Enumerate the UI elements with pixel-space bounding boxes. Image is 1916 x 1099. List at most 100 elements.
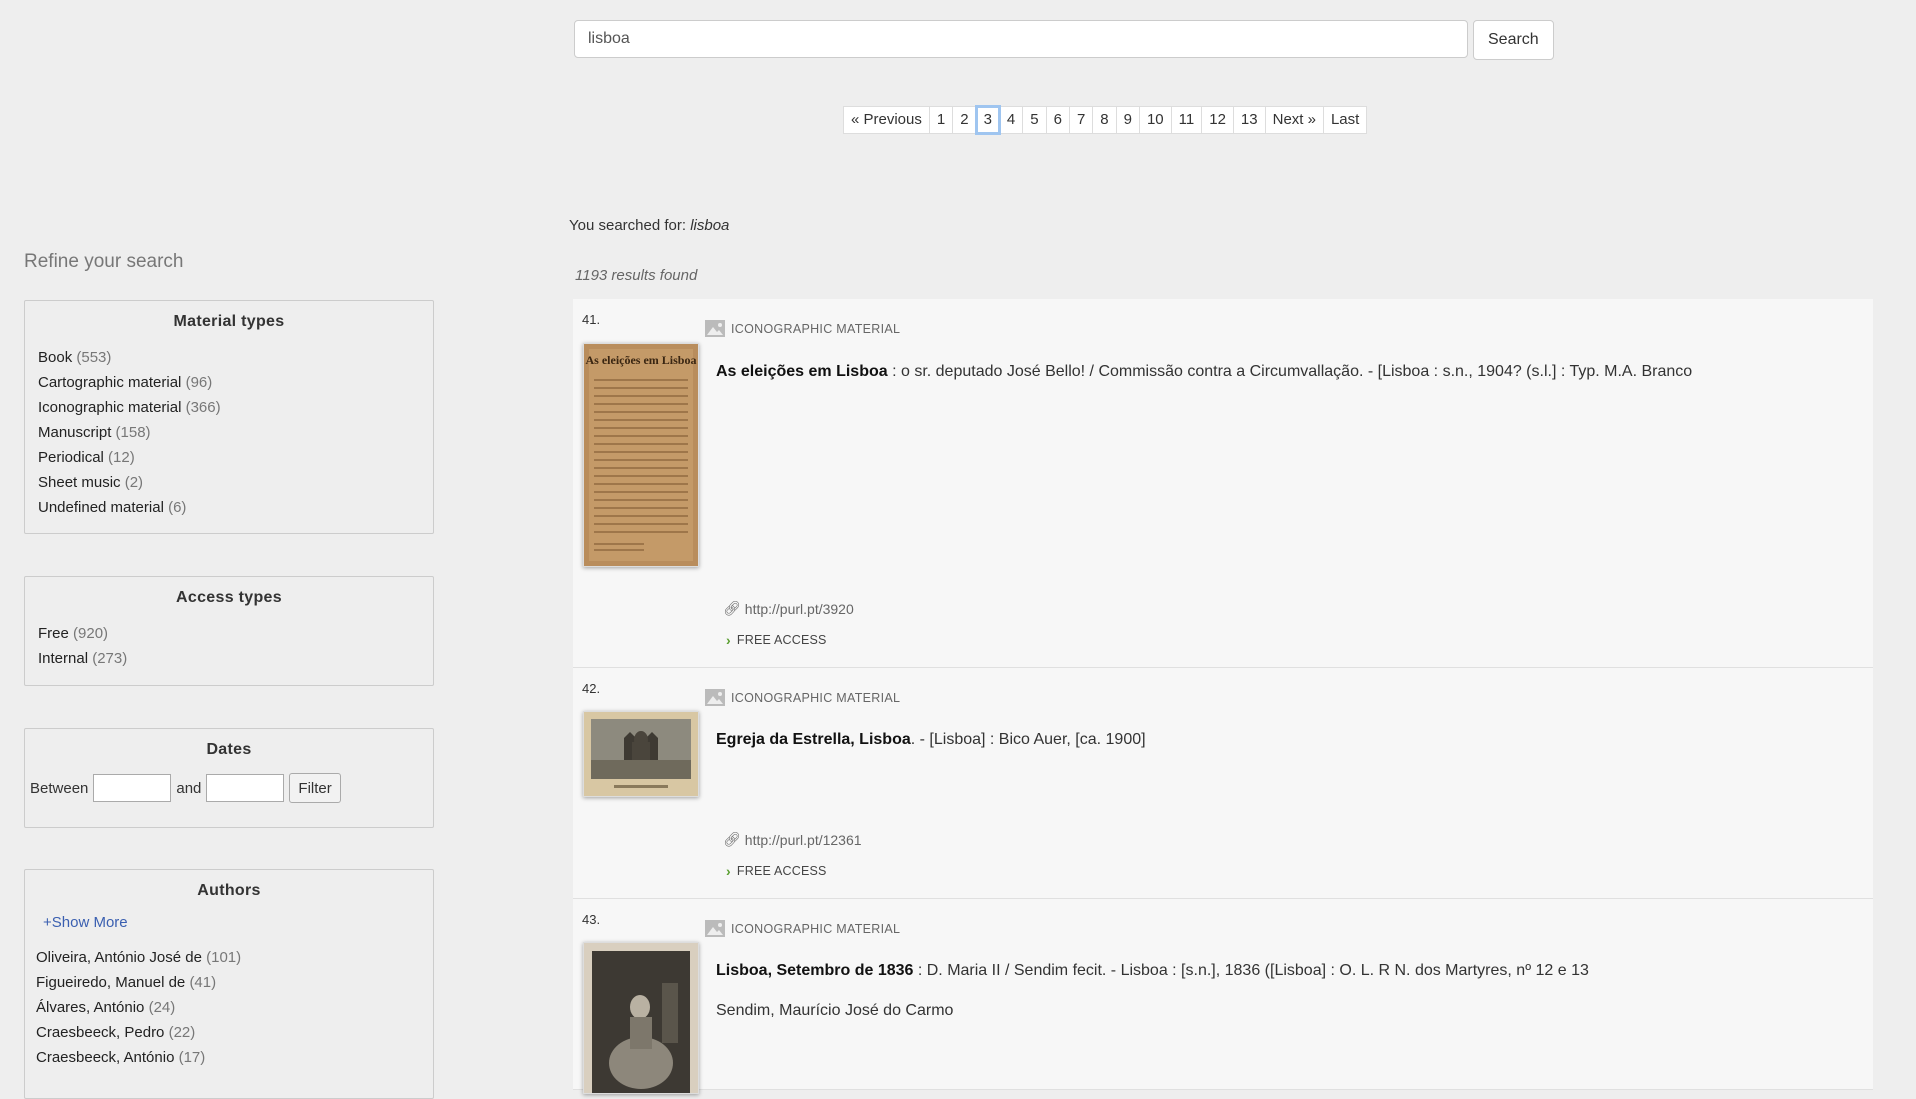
facet-label: Internal — [38, 650, 89, 667]
material-types-facet: Material types Book (553) Cartographic m… — [24, 300, 434, 534]
material-type-label: ICONOGRAPHIC MATERIAL — [705, 689, 900, 706]
facet-count: (41) — [189, 974, 217, 991]
material-type-text: ICONOGRAPHIC MATERIAL — [731, 921, 901, 936]
access-badge: › FREE ACCESS — [726, 863, 827, 879]
facet-count: (24) — [148, 999, 176, 1016]
searched-for-label: You searched for: — [569, 217, 687, 234]
result-title[interactable]: Egreja da Estrella, Lisboa. - [Lisboa] :… — [716, 731, 1146, 749]
page-link-1[interactable]: 1 — [928, 106, 954, 134]
link-icon: 🔗︎ — [723, 831, 741, 847]
link-icon: 🔗︎ — [723, 600, 741, 616]
result-thumbnail[interactable] — [583, 711, 699, 797]
result-item: 41. As eleições em Lisboa ICONOGRAPHIC M… — [573, 299, 1873, 668]
result-title-rest: . - [Lisboa] : Bico Auer, [ca. 1900] — [910, 731, 1146, 748]
page-link-2[interactable]: 2 — [952, 106, 977, 134]
access-text: FREE ACCESS — [736, 633, 827, 647]
facet-item-manuscript[interactable]: Manuscript (158) — [38, 420, 433, 445]
page-link-13[interactable]: 13 — [1232, 106, 1266, 134]
facet-label: Undefined material — [38, 499, 164, 516]
result-thumbnail[interactable]: As eleições em Lisboa — [583, 343, 699, 567]
dates-title: Dates — [206, 741, 252, 758]
facet-item-periodical[interactable]: Periodical (12) — [38, 445, 433, 470]
material-type-label: ICONOGRAPHIC MATERIAL — [705, 320, 900, 337]
facet-item-sheet-music[interactable]: Sheet music (2) — [38, 470, 433, 495]
facet-item-book[interactable]: Book (553) — [38, 345, 433, 370]
facet-item-undefined[interactable]: Undefined material (6) — [38, 495, 433, 520]
page-link-10[interactable]: 10 — [1138, 106, 1172, 134]
facet-count: (553) — [76, 349, 112, 366]
search-button[interactable]: Search — [1473, 20, 1554, 60]
result-title-main: Egreja da Estrella, Lisboa — [716, 731, 911, 748]
author-item[interactable]: Álvares, António (24) — [36, 995, 433, 1020]
purl-text: http://purl.pt/12361 — [744, 831, 862, 848]
facet-label: Álvares, António — [36, 999, 145, 1016]
and-label: and — [176, 779, 202, 797]
facet-label: Book — [38, 349, 73, 366]
result-number: 41. — [582, 312, 601, 327]
result-item: 42. ICONOGRAPHIC MATERIAL Egreja da Estr… — [573, 668, 1873, 899]
show-more-authors-link[interactable]: +Show More — [25, 914, 433, 931]
facet-item-internal[interactable]: Internal (273) — [38, 646, 433, 671]
last-page-link[interactable]: Last — [1322, 106, 1368, 134]
material-type-text: ICONOGRAPHIC MATERIAL — [731, 690, 901, 705]
image-icon — [705, 320, 725, 337]
facet-count: (17) — [178, 1049, 206, 1066]
purl-link[interactable]: 🔗︎ http://purl.pt/3920 — [723, 600, 854, 617]
result-title[interactable]: As eleições em Lisboa : o sr. deputado J… — [716, 363, 1692, 381]
result-title-main: As eleições em Lisboa — [716, 363, 888, 380]
result-thumbnail[interactable] — [583, 942, 699, 1094]
facet-label: Oliveira, António José de — [36, 949, 202, 966]
date-from-input[interactable] — [93, 774, 172, 802]
facet-label: Craesbeeck, António — [36, 1049, 175, 1066]
searched-term: lisboa — [690, 217, 730, 234]
page-link-12[interactable]: 12 — [1201, 106, 1234, 134]
facet-item-free[interactable]: Free (920) — [38, 621, 433, 646]
page-link-7[interactable]: 7 — [1068, 106, 1094, 134]
image-icon — [705, 920, 725, 937]
author-item[interactable]: Craesbeeck, Pedro (22) — [36, 1020, 433, 1045]
author-item[interactable]: Figueiredo, Manuel de (41) — [36, 970, 433, 995]
page-link-3-current[interactable]: 3 — [974, 105, 1001, 135]
page-link-9[interactable]: 9 — [1115, 106, 1140, 134]
page-link-8[interactable]: 8 — [1092, 106, 1117, 134]
author-item[interactable]: Craesbeeck, António (17) — [36, 1045, 433, 1070]
dates-row: Between and Filter — [25, 773, 433, 803]
purl-text: http://purl.pt/3920 — [744, 600, 854, 617]
image-icon — [705, 689, 725, 706]
result-title[interactable]: Lisboa, Setembro de 1836 : D. Maria II /… — [716, 962, 1589, 980]
authors-title: Authors — [197, 882, 261, 899]
result-number: 43. — [582, 912, 601, 927]
authors-facet: Authors +Show More Oliveira, António Jos… — [24, 869, 434, 1099]
facet-label: Periodical — [38, 449, 104, 466]
page-link-5[interactable]: 5 — [1022, 106, 1047, 134]
pagination: « Previous 1 2 3 4 5 6 7 8 9 10 11 12 13… — [843, 105, 1368, 135]
previous-page-link[interactable]: « Previous — [843, 106, 930, 134]
result-title-rest: : D. Maria II / Sendim fecit. - Lisboa :… — [913, 962, 1589, 979]
next-page-link[interactable]: Next » — [1264, 106, 1324, 134]
result-title-main: Lisboa, Setembro de 1836 — [716, 962, 914, 979]
dates-facet: Dates Between and Filter — [24, 728, 434, 828]
facet-count: (6) — [168, 499, 187, 516]
date-to-input[interactable] — [206, 774, 285, 802]
results-count: 1193 results found — [575, 267, 698, 284]
facet-label: Free — [38, 625, 69, 642]
facet-count: (158) — [115, 424, 151, 441]
filter-button[interactable]: Filter — [289, 773, 341, 803]
page-link-6[interactable]: 6 — [1045, 106, 1070, 134]
searched-for-text: You searched for: lisboa — [569, 217, 729, 234]
access-text: FREE ACCESS — [736, 864, 827, 878]
page-link-11[interactable]: 11 — [1170, 106, 1203, 134]
facet-count: (920) — [73, 625, 109, 642]
result-title-rest: : o sr. deputado José Bello! / Commissão… — [887, 363, 1693, 380]
access-types-facet: Access types Free (920) Internal (273) — [24, 576, 434, 686]
search-input[interactable] — [574, 20, 1468, 58]
facet-item-iconographic[interactable]: Iconographic material (366) — [38, 395, 433, 420]
facet-count: (101) — [206, 949, 242, 966]
between-label: Between — [30, 779, 89, 797]
facet-count: (2) — [124, 474, 144, 491]
author-item[interactable]: Oliveira, António José de (101) — [36, 945, 433, 970]
purl-link[interactable]: 🔗︎ http://purl.pt/12361 — [723, 831, 862, 848]
result-author[interactable]: Sendim, Maurício José do Carmo — [716, 1002, 953, 1020]
page-link-4[interactable]: 4 — [998, 106, 1024, 134]
facet-item-cartographic[interactable]: Cartographic material (96) — [38, 370, 433, 395]
